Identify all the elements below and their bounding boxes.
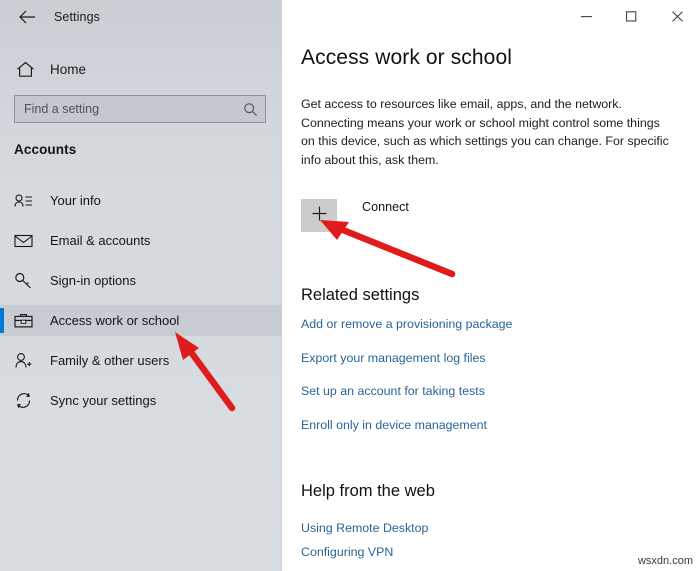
watermark: wsxdn.com xyxy=(637,555,693,567)
maximize-button[interactable] xyxy=(609,0,654,32)
home-label: Home xyxy=(50,61,87,77)
help-from-web-links: Using Remote Desktop Configuring VPN xyxy=(301,521,681,569)
close-button[interactable] xyxy=(654,0,700,32)
sidebar-item-label: Sign-in options xyxy=(50,273,136,288)
sidebar-item-label: Email & accounts xyxy=(50,233,151,248)
sidebar-item-access-work-or-school[interactable]: Access work or school xyxy=(0,305,282,336)
settings-window: Settings Home Accounts xyxy=(0,0,700,571)
sidebar-item-sign-in-options[interactable]: Sign-in options xyxy=(0,265,282,296)
sidebar-item-label: Sync your settings xyxy=(50,393,157,408)
user-list-icon xyxy=(14,193,40,209)
help-from-web-heading: Help from the web xyxy=(301,482,435,500)
sidebar-item-home[interactable]: Home xyxy=(0,52,282,86)
search-input[interactable] xyxy=(15,102,237,116)
link-set-up-account-taking-tests[interactable]: Set up an account for taking tests xyxy=(301,384,681,398)
search-icon[interactable] xyxy=(237,102,263,117)
related-settings-links: Add or remove a provisioning package Exp… xyxy=(301,317,681,451)
related-settings-heading: Related settings xyxy=(301,286,420,304)
sidebar-item-label: Your info xyxy=(50,193,101,208)
connect-label: Connect xyxy=(362,199,409,214)
sidebar-nav-list: Your info Email & accounts Sign-in optio… xyxy=(0,185,282,425)
connect-row: Connect xyxy=(301,199,409,232)
connect-add-button[interactable] xyxy=(301,199,337,232)
page-description: Get access to resources like email, apps… xyxy=(301,97,669,167)
envelope-icon xyxy=(14,233,40,248)
sidebar-item-your-info[interactable]: Your info xyxy=(0,185,282,216)
sidebar-item-sync-your-settings[interactable]: Sync your settings xyxy=(0,385,282,416)
sidebar-item-label: Access work or school xyxy=(50,313,180,328)
link-using-remote-desktop[interactable]: Using Remote Desktop xyxy=(301,521,681,535)
back-button[interactable] xyxy=(6,2,48,32)
link-add-remove-provisioning-package[interactable]: Add or remove a provisioning package xyxy=(301,317,681,331)
sidebar-item-family-other-users[interactable]: Family & other users xyxy=(0,345,282,376)
key-icon xyxy=(14,272,40,289)
plus-icon xyxy=(311,205,328,227)
back-arrow-icon xyxy=(18,10,36,24)
home-icon xyxy=(4,61,46,78)
main-content: Access work or school Get access to reso… xyxy=(282,0,700,571)
minimize-button[interactable] xyxy=(564,0,609,32)
search-box[interactable] xyxy=(14,95,266,123)
app-title: Settings xyxy=(54,10,100,24)
link-export-management-log-files[interactable]: Export your management log files xyxy=(301,351,681,365)
sidebar: Settings Home Accounts xyxy=(0,0,282,571)
sidebar-titlebar: Settings xyxy=(0,0,282,34)
sync-icon xyxy=(14,392,40,409)
sidebar-section-header: Accounts xyxy=(14,142,77,157)
person-add-icon xyxy=(14,352,40,369)
link-enroll-only-device-management[interactable]: Enroll only in device management xyxy=(301,418,681,432)
window-controls xyxy=(564,0,700,32)
page-title: Access work or school xyxy=(301,46,513,69)
sidebar-item-label: Family & other users xyxy=(50,353,170,368)
briefcase-icon xyxy=(14,313,40,329)
sidebar-item-email-accounts[interactable]: Email & accounts xyxy=(0,225,282,256)
link-configuring-vpn[interactable]: Configuring VPN xyxy=(301,545,681,559)
